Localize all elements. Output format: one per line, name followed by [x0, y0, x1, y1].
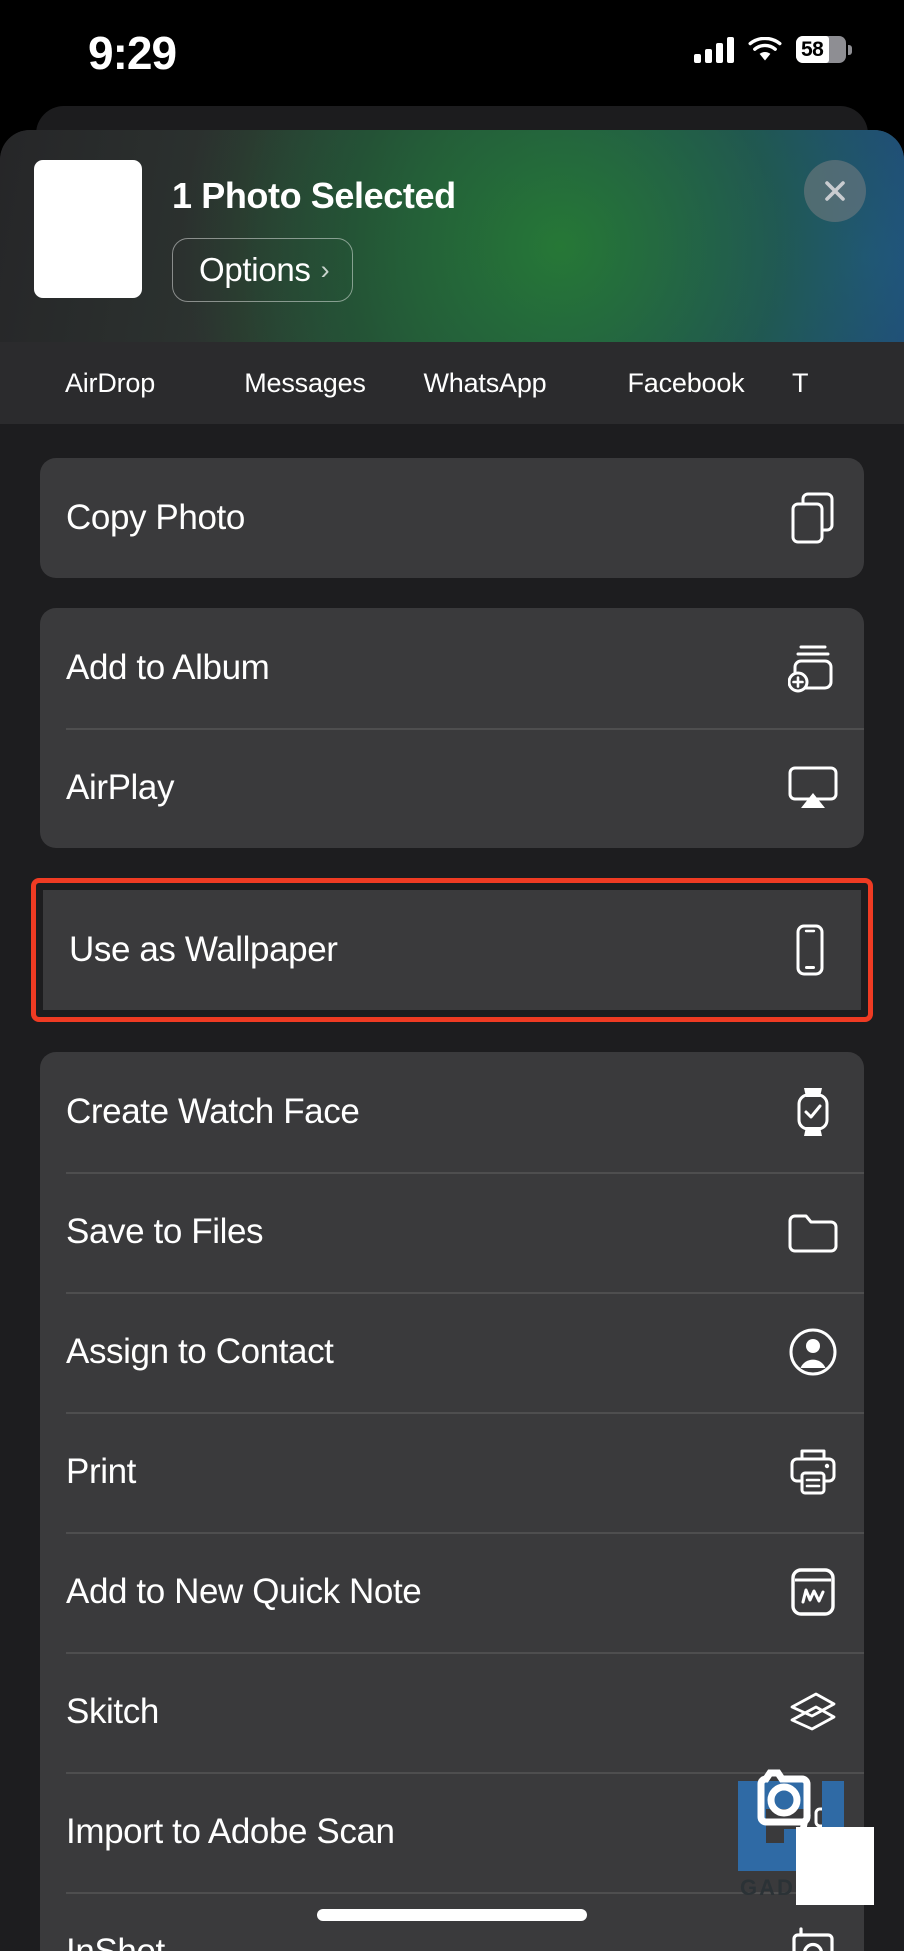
photo-thumbnail[interactable] — [34, 160, 142, 298]
action-row-add-to-album[interactable]: Add to Album — [40, 608, 864, 728]
action-label: Save to Files — [66, 1212, 264, 1251]
status-bar-indicators: 58 — [694, 36, 852, 63]
action-label: Skitch — [66, 1692, 159, 1731]
action-row-copy-photo[interactable]: Copy Photo — [40, 458, 864, 578]
close-icon — [825, 181, 845, 201]
action-row-use-as-wallpaper[interactable]: Use as Wallpaper — [43, 890, 861, 1010]
action-row-create-watch-face[interactable]: Create Watch Face — [40, 1052, 864, 1172]
options-button[interactable]: Options › — [172, 238, 353, 302]
action-group-wallpaper: Use as Wallpaper — [43, 890, 861, 1010]
printer-icon — [786, 1445, 840, 1499]
cellular-signal-icon — [694, 36, 734, 63]
action-label: AirPlay — [66, 768, 175, 807]
action-label: Use as Wallpaper — [69, 930, 338, 969]
iphone-screen: 9:29 58 1 Photo Selected Options › AirDr… — [0, 0, 904, 1951]
app-shortcut-whatsapp[interactable]: WhatsApp — [390, 368, 580, 399]
action-row-skitch[interactable]: Skitch — [40, 1652, 864, 1772]
adobe-scan-camera-icon — [786, 1805, 840, 1859]
action-row-import-to-adobe-scan[interactable]: Import to Adobe Scan — [40, 1772, 864, 1892]
action-label: InShot — [66, 1932, 165, 1951]
app-shortcut-partial[interactable]: T — [792, 368, 852, 399]
action-row-airplay[interactable]: AirPlay — [40, 728, 864, 848]
copy-document-icon — [786, 491, 840, 545]
action-row-add-to-new-quick-note[interactable]: Add to New Quick Note — [40, 1532, 864, 1652]
share-sheet-title: 1 Photo Selected — [172, 175, 456, 216]
action-label: Print — [66, 1452, 136, 1491]
action-label: Add to New Quick Note — [66, 1572, 422, 1611]
share-sheet: 1 Photo Selected Options › AirDrop Messa… — [0, 130, 904, 1951]
status-bar-clock: 9:29 — [88, 27, 177, 79]
highlight-box-use-as-wallpaper: Use as Wallpaper — [31, 878, 873, 1022]
action-label: Copy Photo — [66, 498, 245, 537]
status-bar: 9:29 58 — [0, 0, 904, 105]
battery-icon: 58 — [796, 36, 852, 63]
close-button[interactable] — [804, 160, 866, 222]
app-shortcut-facebook[interactable]: Facebook — [580, 368, 792, 399]
action-label: Import to Adobe Scan — [66, 1812, 395, 1851]
action-row-print[interactable]: Print — [40, 1412, 864, 1532]
action-label: Add to Album — [66, 648, 270, 687]
apple-watch-icon — [786, 1085, 840, 1139]
contact-person-icon — [786, 1325, 840, 1379]
airplay-icon — [786, 761, 840, 815]
action-label: Assign to Contact — [66, 1332, 334, 1371]
action-group-more: Create Watch Face Save to Files Assign t… — [40, 1052, 864, 1951]
skitch-icon — [786, 1685, 840, 1739]
inshot-icon — [786, 1925, 840, 1951]
battery-percent-label: 58 — [801, 37, 824, 61]
action-row-assign-to-contact[interactable]: Assign to Contact — [40, 1292, 864, 1412]
action-group-album: Add to Album AirPlay — [40, 608, 864, 848]
action-group-copy: Copy Photo — [40, 458, 864, 578]
share-sheet-header: 1 Photo Selected Options › — [0, 130, 904, 342]
iphone-icon — [783, 923, 837, 977]
action-row-inshot[interactable]: InShot — [40, 1892, 864, 1951]
action-row-save-to-files[interactable]: Save to Files — [40, 1172, 864, 1292]
app-shortcut-airdrop[interactable]: AirDrop — [0, 368, 220, 399]
chevron-right-icon: › — [320, 254, 330, 285]
home-indicator[interactable] — [317, 1909, 587, 1921]
options-button-label: Options — [199, 251, 311, 288]
action-label: Create Watch Face — [66, 1092, 360, 1131]
action-list: Copy Photo Add to Album AirPlay Use as W… — [0, 424, 904, 1951]
app-shortcut-messages[interactable]: Messages — [220, 368, 390, 399]
add-to-album-icon — [786, 641, 840, 695]
wifi-icon — [748, 36, 782, 60]
quick-note-icon — [786, 1565, 840, 1619]
folder-icon — [786, 1205, 840, 1259]
app-shortcut-row[interactable]: AirDrop Messages WhatsApp Facebook T — [0, 342, 904, 424]
